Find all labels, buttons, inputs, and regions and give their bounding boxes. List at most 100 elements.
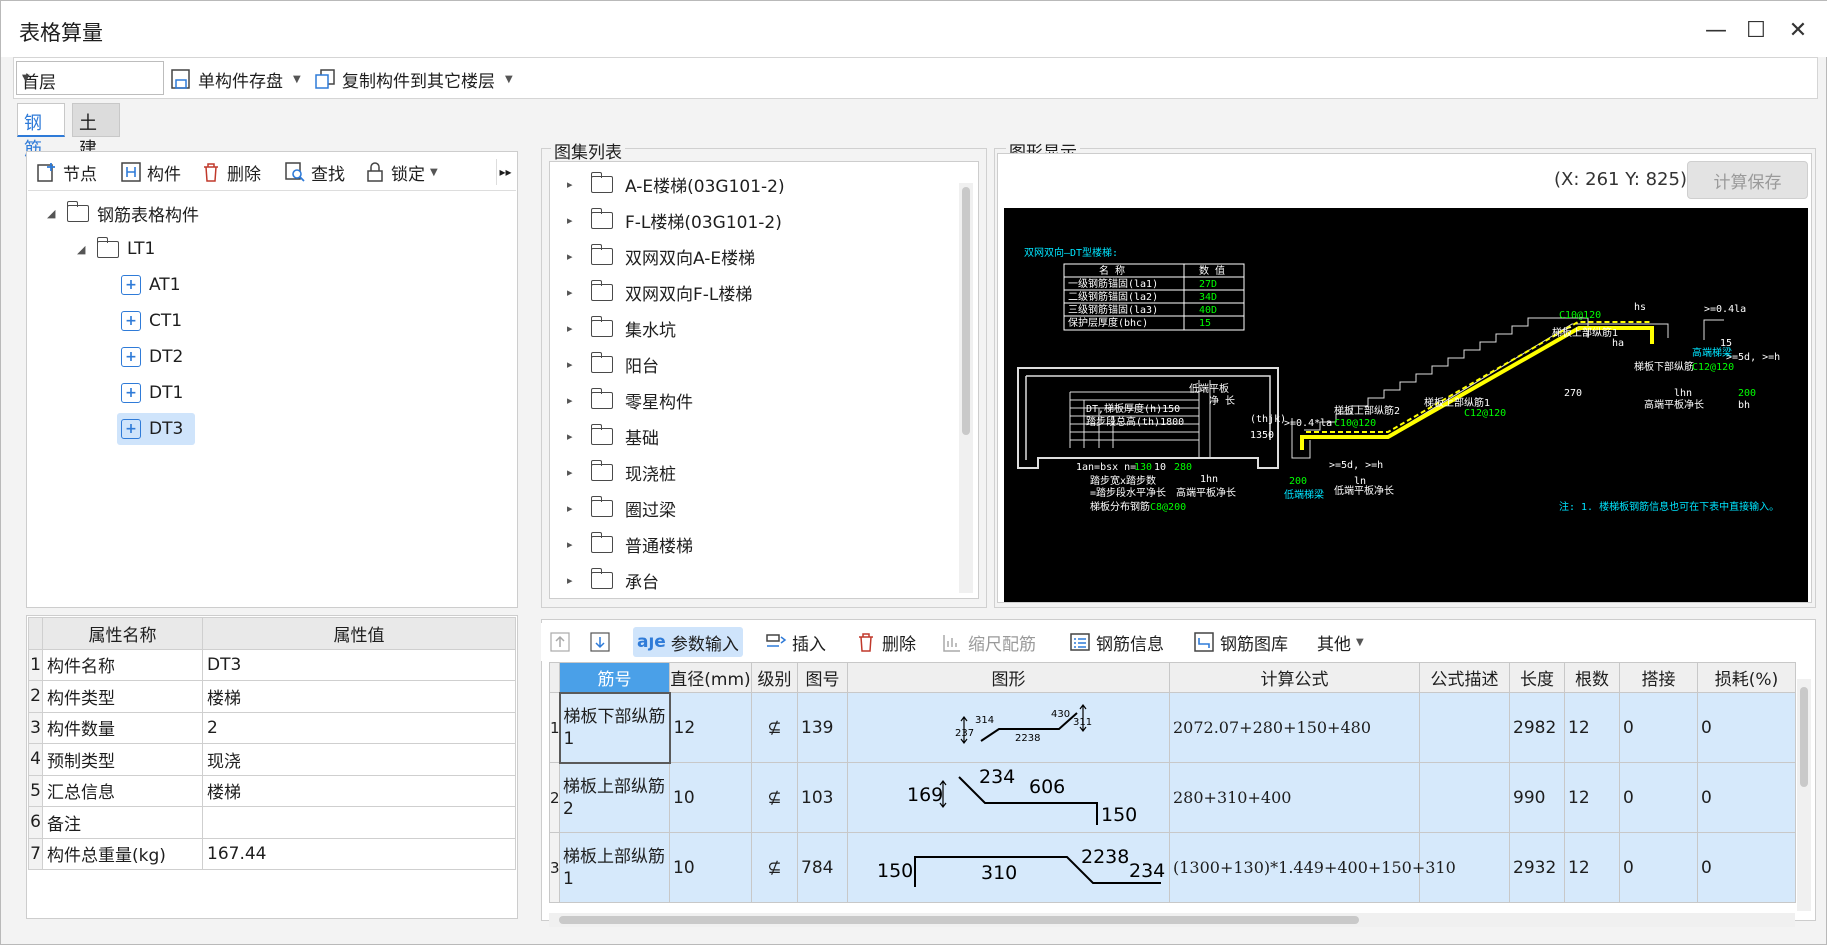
count-cell[interactable]: 12	[1564, 762, 1620, 833]
grid-header-loss[interactable]: 损耗(%)	[1697, 662, 1796, 693]
collapse-icon[interactable]: ◢	[77, 243, 89, 256]
atlas-item[interactable]: ▸ 零星构件	[567, 385, 693, 415]
expand-icon[interactable]: ▸	[567, 394, 579, 407]
expand-icon[interactable]: ▸	[567, 538, 579, 551]
scale-rebar-button[interactable]: 缩尺配筋	[937, 627, 1040, 657]
tree-item-dt1[interactable]: + DT1	[121, 378, 183, 408]
tree-group-lt1[interactable]: ◢ LT1	[77, 234, 155, 264]
tree-item-dt2[interactable]: + DT2	[121, 342, 183, 372]
grid-header-grade[interactable]: 级别	[751, 662, 798, 693]
atlas-item[interactable]: ▸ 承台	[567, 565, 659, 595]
grid-hscroll-thumb[interactable]	[559, 916, 1359, 924]
calc-save-button[interactable]: 计算保存	[1687, 161, 1808, 199]
grid-header-diameter[interactable]: 直径(mm)	[669, 662, 752, 693]
atlas-item[interactable]: ▸ 圈过梁	[567, 493, 676, 523]
grid-header-count[interactable]: 根数	[1564, 662, 1620, 693]
table-row[interactable]: 1 梯板下部纵筋1 12 ⊈ 139 237 314 2238 430 311	[549, 691, 1796, 764]
property-row[interactable]: 1 构件名称 DT3	[28, 648, 516, 681]
count-cell[interactable]: 12	[1564, 832, 1620, 903]
grid-header-bar-no[interactable]: 筋号	[559, 662, 670, 693]
bar-name-cell[interactable]: 梯板下部纵筋1	[558, 691, 671, 764]
floor-select[interactable]: 首层 ▼	[16, 61, 164, 95]
chevron-down-icon[interactable]: ▼	[505, 74, 513, 85]
bar-name-cell[interactable]: 梯板上部纵筋2	[559, 762, 670, 833]
tab-rebar[interactable]: 钢筋	[17, 103, 65, 160]
diameter-cell[interactable]: 10	[669, 832, 752, 903]
formula-cell[interactable]: 280+310+400	[1169, 762, 1420, 833]
expand-icon[interactable]: ▸	[567, 358, 579, 371]
atlas-item[interactable]: ▸ 双网双向A-E楼梯	[567, 241, 755, 271]
expand-icon[interactable]: ▸	[567, 466, 579, 479]
delete-button[interactable]: 删除	[200, 159, 261, 185]
find-button[interactable]: 查找	[284, 159, 345, 185]
property-row[interactable]: 7 构件总重量(kg) 167.44	[28, 837, 516, 870]
minimize-icon[interactable]: —	[1701, 15, 1731, 45]
lap-cell[interactable]: 0	[1619, 832, 1698, 903]
expand-icon[interactable]: ▸	[567, 430, 579, 443]
loss-cell[interactable]: 0	[1697, 692, 1796, 763]
lap-cell[interactable]: 0	[1619, 762, 1698, 833]
cad-drawing[interactable]: 双网双向—DT型楼梯: 名 称 数 值 一级钢筋锚固(la1) 27D 二级钢筋…	[1004, 208, 1808, 602]
property-row[interactable]: 6 备注	[28, 806, 516, 839]
node-button[interactable]: 节点	[36, 159, 97, 185]
property-row[interactable]: 4 预制类型 现浇	[28, 743, 516, 776]
expand-icon[interactable]: ▸	[567, 214, 579, 227]
property-value[interactable]: 2	[202, 711, 516, 744]
atlas-scrollbar[interactable]	[959, 183, 973, 593]
table-row[interactable]: 2 梯板上部纵筋2 10 ⊈ 103 169 234 606 150 280+3…	[549, 762, 1796, 833]
grid-vscroll-thumb[interactable]	[1800, 687, 1808, 787]
shape-cell[interactable]: 237 314 2238 430 311	[847, 692, 1170, 763]
diameter-cell[interactable]: 12	[669, 692, 752, 763]
figure-no-cell[interactable]: 784	[797, 832, 848, 903]
lock-button[interactable]: 锁定 ▼	[364, 159, 438, 185]
property-value[interactable]: DT3	[202, 648, 516, 681]
expand-icon[interactable]: ▸▸	[496, 159, 514, 185]
rebar-info-button[interactable]: 钢筋信息	[1065, 627, 1168, 657]
length-cell[interactable]: 990	[1509, 762, 1565, 833]
loss-cell[interactable]: 0	[1697, 832, 1796, 903]
property-value[interactable]: 楼梯	[202, 774, 516, 807]
tab-civil[interactable]: 土建	[72, 103, 120, 160]
atlas-item[interactable]: ▸ 阳台	[567, 349, 659, 379]
property-row[interactable]: 2 构件类型 楼梯	[28, 680, 516, 713]
rebar-library-button[interactable]: 钢筋图库	[1189, 627, 1292, 657]
lap-cell[interactable]: 0	[1619, 692, 1698, 763]
grade-cell[interactable]: ⊈	[751, 832, 798, 903]
chevron-down-icon[interactable]: ▼	[293, 74, 301, 85]
expand-icon[interactable]: ▸	[567, 502, 579, 515]
save-component-button[interactable]: 单构件存盘 ▼	[170, 63, 301, 95]
move-up-button[interactable]	[545, 627, 575, 657]
atlas-item[interactable]: ▸ 普通楼梯	[567, 529, 693, 559]
atlas-item[interactable]: ▸ 双网双向F-L楼梯	[567, 277, 752, 307]
param-input-button[interactable]: aȷe 参数输入	[633, 627, 743, 657]
count-cell[interactable]: 12	[1564, 692, 1620, 763]
copy-component-button[interactable]: 复制构件到其它楼层 ▼	[314, 63, 513, 95]
bar-name-cell[interactable]: 梯板上部纵筋1	[559, 832, 670, 903]
property-value[interactable]: 167.44	[202, 837, 516, 870]
table-row[interactable]: 3 梯板上部纵筋1 10 ⊈ 784 150 310 2238 234 (130…	[549, 832, 1796, 903]
property-value[interactable]	[202, 806, 516, 839]
expand-icon[interactable]: ▸	[567, 286, 579, 299]
grid-header-formula-desc[interactable]: 公式描述	[1419, 662, 1510, 693]
delete-row-button[interactable]: 删除	[851, 627, 920, 657]
figure-no-cell[interactable]: 139	[797, 692, 848, 763]
atlas-item[interactable]: ▸ 基础	[567, 421, 659, 451]
other-menu-button[interactable]: 其他 ▼	[1313, 627, 1368, 657]
atlas-item[interactable]: ▸ 现浇桩	[567, 457, 676, 487]
property-row[interactable]: 3 构件数量 2	[28, 711, 516, 744]
property-value[interactable]: 楼梯	[202, 680, 516, 713]
grid-header-figure-no[interactable]: 图号	[797, 662, 848, 693]
atlas-scroll-thumb[interactable]	[962, 187, 970, 435]
formula-cell[interactable]: (1300+130)*1.449+400+150+310	[1169, 832, 1456, 903]
grid-header-length[interactable]: 长度	[1509, 662, 1565, 693]
component-button[interactable]: 构件	[120, 159, 181, 185]
chevron-down-icon[interactable]: ▼	[430, 167, 438, 178]
figure-no-cell[interactable]: 103	[797, 762, 848, 833]
formula-desc-cell[interactable]	[1419, 692, 1510, 763]
atlas-item[interactable]: ▸ 集水坑	[567, 313, 676, 343]
formula-cell[interactable]: 2072.07+280+150+480	[1169, 692, 1420, 763]
expand-icon[interactable]: ▸	[567, 178, 579, 191]
expand-icon[interactable]: ▸	[567, 574, 579, 587]
atlas-item[interactable]: ▸ F-L楼梯(03G101-2)	[567, 205, 782, 235]
collapse-icon[interactable]: ◢	[47, 207, 59, 220]
